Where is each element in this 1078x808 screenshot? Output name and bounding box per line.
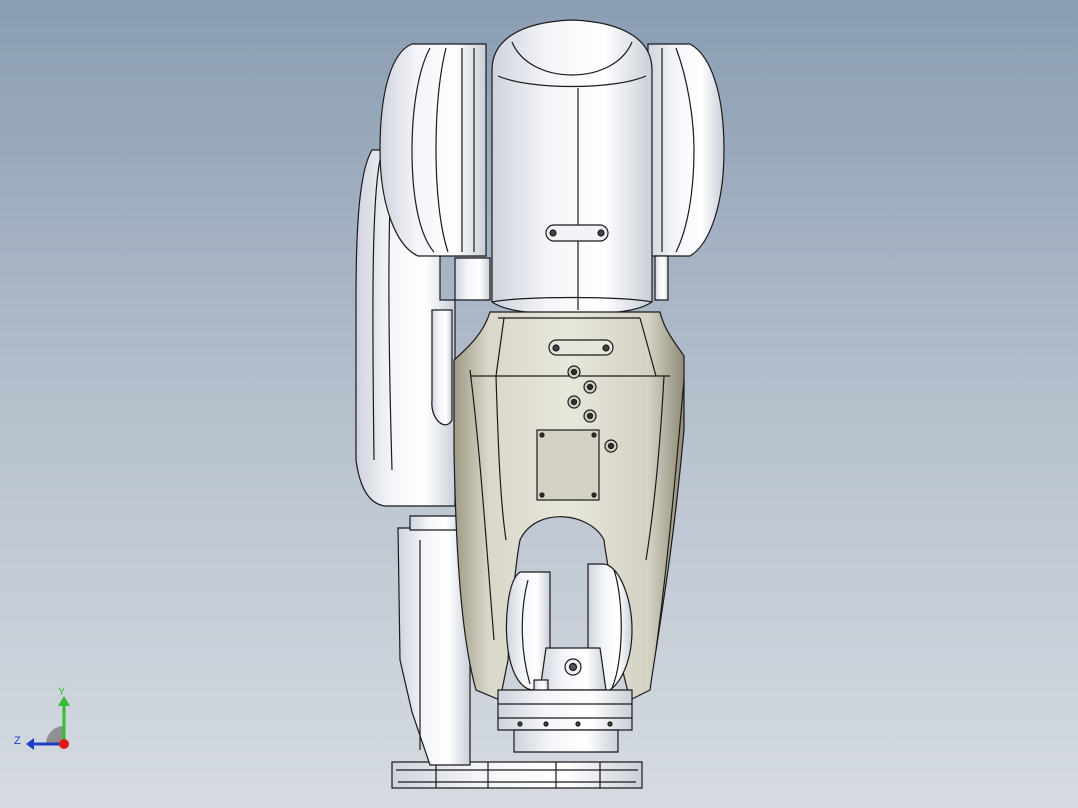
cover-plate [536, 429, 600, 501]
left-shoulder-disc [379, 43, 487, 257]
graphics-viewport[interactable]: Y Z [0, 0, 1078, 808]
base-foot [391, 761, 643, 789]
coordinate-triad[interactable]: Y Z [12, 686, 76, 752]
z-axis-arrow [26, 738, 34, 750]
upper-arm [491, 19, 653, 315]
robot-arm-model[interactable] [0, 0, 1078, 808]
x-axis-dot [59, 739, 69, 749]
z-axis-label: Z [14, 735, 21, 747]
y-axis-label: Y [58, 686, 66, 698]
